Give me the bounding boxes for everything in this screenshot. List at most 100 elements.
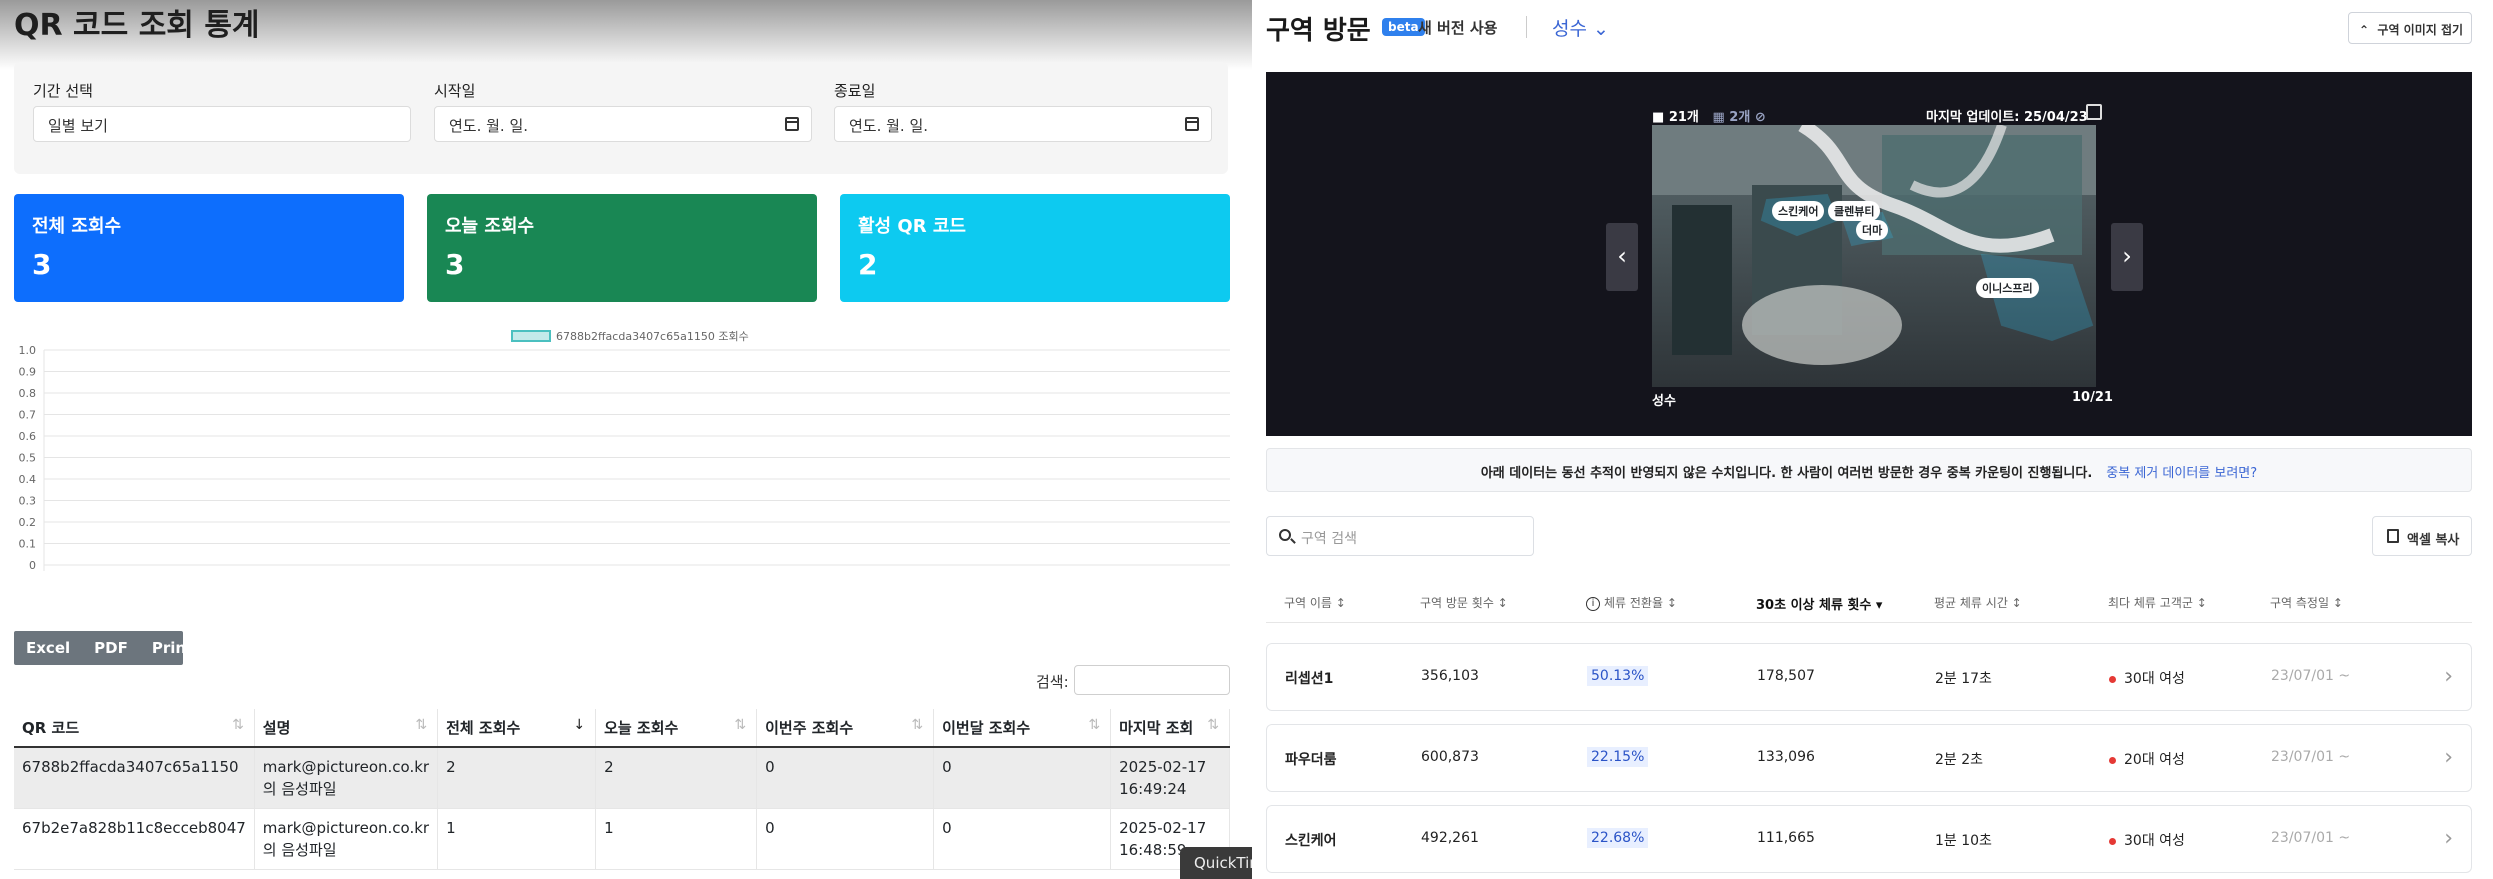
zone-tag[interactable]: 스킨케어 — [1772, 201, 1825, 221]
y-tick-label: 0.9 — [19, 366, 37, 379]
zone-title: 구역 방문 — [1266, 16, 1371, 46]
last-update: 마지막 업데이트: 25/04/23 — [1926, 110, 2088, 125]
col-today-views[interactable]: 오늘 조회수 ⇅ — [595, 709, 758, 748]
excel-copy-button[interactable]: 액셀 복사 — [2372, 516, 2472, 556]
sort-icon: ⇅ — [1088, 717, 1101, 733]
stat-value: 3 — [32, 248, 52, 281]
y-tick-label: 0.5 — [19, 452, 37, 465]
new-version-link[interactable]: 새 버전 사용 — [1418, 17, 1497, 38]
y-tick-label: 0.3 — [19, 495, 37, 508]
chevron-right-icon[interactable]: › — [2444, 745, 2453, 770]
chevron-right-icon[interactable]: › — [2444, 826, 2453, 851]
status-dot — [2109, 756, 2116, 764]
qr-table: QR 코드 ⇅ 설명 ⇅ 전체 조회수 ↓ 오늘 조회수 ⇅ 이번주 조회수 ⇅ 이번달 … — [14, 709, 1230, 870]
col-zone-name[interactable]: 구역 이름 ↕ — [1284, 594, 1346, 611]
y-tick-label: 0.8 — [19, 387, 37, 400]
print-button[interactable]: Print — [140, 631, 205, 665]
avg-stay: 2분 17초 — [1935, 671, 1992, 687]
sort-desc-icon: ↓ — [573, 717, 586, 733]
zone-visits: 356,103 — [1421, 668, 1479, 684]
next-arrow-icon[interactable]: › — [2111, 223, 2143, 291]
top-group: 30대 여성 — [2109, 668, 2185, 688]
fullscreen-icon[interactable] — [2086, 104, 2102, 120]
col-avg-stay[interactable]: 평균 체류 시간 ↕ — [1934, 594, 2022, 611]
col-week-views[interactable]: 이번주 조회수 ⇅ — [756, 709, 935, 748]
sort-icon: ⇅ — [1207, 717, 1219, 733]
stay-rate: 22.68% — [1587, 828, 1649, 848]
zone-search-input[interactable]: 구역 검색 — [1266, 516, 1534, 556]
end-date-input[interactable]: 연도. 월. 일. — [834, 106, 1212, 142]
sort-icon: ⇅ — [415, 717, 428, 733]
col-qr-code[interactable]: QR 코드 ⇅ — [14, 709, 255, 748]
col-measure-date[interactable]: 구역 측정일 ↕ — [2270, 594, 2343, 611]
viewer-location: 성수 — [1652, 394, 1676, 409]
qr-code-cell: 67b2e7a828b11c8ecceb8047 — [14, 808, 255, 870]
calendar-icon[interactable] — [1185, 117, 1199, 131]
info-icon[interactable]: i — [1586, 596, 1600, 611]
total-cell: 1 — [437, 808, 597, 870]
collapse-image-button[interactable]: ⌃ 구역 이미지 접기 — [2348, 12, 2472, 44]
stay-rate: 50.13% — [1587, 666, 1649, 686]
week-cell: 0 — [756, 747, 935, 809]
top-group: 20대 여성 — [2109, 749, 2185, 769]
col-stays-30s[interactable]: 30초 이상 체류 횟수 ▾ — [1756, 594, 1882, 613]
calendar-icon[interactable] — [785, 117, 799, 131]
col-zone-visits[interactable]: 구역 방문 횟수 ↕ — [1420, 594, 1508, 611]
period-label: 기간 선택 — [33, 82, 93, 100]
measure-date: 23/07/01 ~ — [2271, 749, 2351, 765]
stat-value: 3 — [445, 248, 465, 281]
qr-stats-panel: QR 코드 조회 통계 기간 선택 일별 보기 시작일 연도. 월. 일. 종료… — [0, 0, 1252, 879]
camera-icon: ■ — [1652, 110, 1665, 125]
y-tick-label: 0.2 — [19, 516, 37, 529]
total-views-card: 전체 조회수 3 — [14, 194, 404, 302]
status-dot — [2109, 837, 2116, 845]
start-date-label: 시작일 — [434, 82, 476, 100]
dedupe-link[interactable]: 중복 제거 데이터를 보려면? — [2106, 466, 2257, 481]
zone-row[interactable]: 리셉션1 356,103 50.13% 178,507 2분 17초 30대 여… — [1266, 643, 2472, 711]
col-description[interactable]: 설명 ⇅ — [254, 709, 439, 748]
active-qr-card: 활성 QR 코드 2 — [840, 194, 1230, 302]
col-total-views[interactable]: 전체 조회수 ↓ — [437, 709, 597, 748]
period-select[interactable]: 일별 보기 — [33, 106, 411, 142]
top-group: 30대 여성 — [2109, 830, 2185, 850]
zone-tag[interactable]: 클렌뷰티 — [1828, 201, 1881, 221]
chevron-right-icon[interactable]: › — [2444, 664, 2453, 689]
zone-row[interactable]: 파우더룸 600,873 22.15% 133,096 2분 2초 20대 여성… — [1266, 724, 2472, 792]
measure-date: 23/07/01 ~ — [2271, 668, 2351, 684]
quicktime-tooltip: QuickTir — [1180, 847, 1252, 879]
chevron-down-icon: ⌄ — [1593, 18, 1609, 40]
excel-button[interactable]: Excel — [14, 631, 82, 665]
qr-code-cell: 6788b2ffacda3407c65a1150 — [14, 747, 255, 809]
legend-swatch[interactable] — [511, 330, 551, 342]
month-cell: 0 — [933, 747, 1112, 809]
col-last-view[interactable]: 마지막 조회 ⇅ — [1110, 709, 1230, 748]
description-cell: mark@pictureon.co.kr 의 음성파일 — [254, 747, 439, 809]
search-icon — [1279, 529, 1291, 541]
zone-visit-panel: 구역 방문 beta 새 버전 사용 성수 ⌄ ⌃ 구역 이미지 접기 ■ 21… — [1252, 0, 2493, 879]
zone-name: 스킨케어 — [1285, 833, 1337, 849]
eye-off-icon: ⊘ — [1754, 110, 1766, 125]
end-date-label: 종료일 — [834, 82, 876, 100]
location-dropdown[interactable]: 성수 ⌄ — [1552, 14, 1609, 41]
legend-label[interactable]: 6788b2ffacda3407c65a1150 조회수 — [556, 330, 749, 343]
avg-stay: 1분 10초 — [1935, 833, 1992, 849]
prev-arrow-icon[interactable]: ‹ — [1606, 223, 1638, 291]
notice-banner: 아래 데이터는 동선 추적이 반영되지 않은 수치입니다. 한 사람이 여러번 … — [1266, 448, 2472, 492]
stat-label: 전체 조회수 — [32, 216, 122, 237]
col-month-views[interactable]: 이번달 조회수 ⇅ — [933, 709, 1112, 748]
stays-30s: 133,096 — [1757, 749, 1815, 765]
zone-tag[interactable]: 이니스프리 — [1976, 278, 2039, 298]
y-tick-label: 0.4 — [19, 473, 37, 486]
zone-name: 리셉션1 — [1285, 671, 1334, 687]
zone-tag[interactable]: 더마 — [1856, 220, 1889, 240]
zone-row[interactable]: 스킨케어 492,261 22.68% 111,665 1분 10초 30대 여… — [1266, 805, 2472, 873]
pdf-button[interactable]: PDF — [82, 631, 140, 665]
table-search-input[interactable] — [1074, 665, 1230, 695]
col-top-group[interactable]: 최다 체류 고객군 ↕ — [2108, 594, 2207, 611]
week-cell: 0 — [756, 808, 935, 870]
zone-name: 파우더룸 — [1285, 752, 1337, 768]
page-indicator: 10/21 — [2072, 390, 2113, 405]
col-stay-rate[interactable]: i 체류 전환율 ↕ — [1586, 594, 1677, 611]
camera-counts: ■ 21개 ▦ 2개 ⊘ — [1652, 110, 1766, 125]
start-date-input[interactable]: 연도. 월. 일. — [434, 106, 812, 142]
